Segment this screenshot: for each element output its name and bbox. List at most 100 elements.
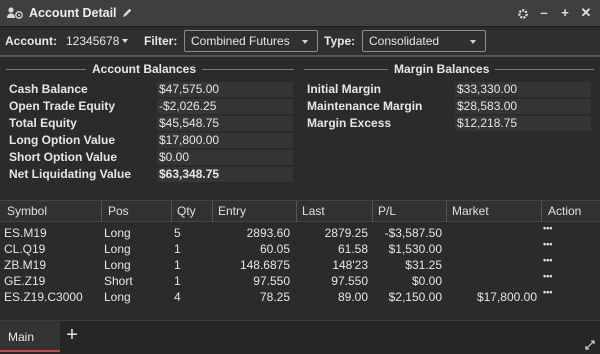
account-label: Account: [5, 34, 57, 48]
entry-cell: 2893.60 [246, 226, 290, 240]
col-action[interactable]: Action [548, 204, 581, 218]
type-label: Type: [324, 34, 356, 48]
account-balances-title: Account Balances [92, 62, 197, 76]
pl-cell: $31.25 [405, 258, 442, 272]
margin-excess-value: $12,218.75 [455, 116, 591, 131]
symbol-cell: CL.Q19 [4, 242, 46, 256]
gear-icon[interactable] [517, 7, 529, 21]
col-pos[interactable]: Pos [108, 204, 129, 218]
action-menu-icon[interactable]: ••• [543, 255, 552, 265]
symbol-cell: GE.Z19 [4, 274, 46, 288]
pos-cell: Long [104, 226, 131, 240]
minimize-icon[interactable]: – [538, 6, 550, 20]
symbol-cell: ES.Z19.C3000 [4, 290, 83, 304]
edit-pencil-icon[interactable] [121, 7, 133, 19]
last-cell: 148'23 [332, 258, 368, 272]
entry-cell: 148.6875 [239, 258, 290, 272]
long-option-value-label: Long Option Value [9, 133, 115, 147]
account-selector[interactable]: 12345678 [66, 34, 129, 48]
col-qty[interactable]: Qty [177, 204, 196, 218]
pl-cell: -$3,587.50 [384, 226, 442, 240]
qty-cell: 4 [174, 290, 181, 304]
initial-margin-value: $33,330.00 [455, 82, 591, 97]
pos-cell: Short [104, 274, 133, 288]
last-cell: 2879.25 [324, 226, 368, 240]
table-row[interactable]: ZB.M19 Long 1 148.6875 148'23 $31.25 ••• [0, 255, 600, 272]
last-cell: 89.00 [337, 290, 368, 304]
maintenance-margin-label: Maintenance Margin [307, 99, 423, 113]
resize-handle-icon[interactable] [584, 339, 596, 351]
action-menu-icon[interactable]: ••• [543, 287, 552, 297]
filter-value: Combined Futures [191, 34, 290, 48]
qty-cell: 1 [174, 274, 181, 288]
toolbar-divider [0, 55, 600, 57]
window-controls: – + ✕ [517, 6, 592, 21]
col-last[interactable]: Last [302, 204, 325, 218]
pos-cell: Long [104, 242, 131, 256]
type-select[interactable]: Consolidated [362, 30, 486, 52]
symbol-cell: ES.M19 [4, 226, 47, 240]
positions-header: Symbol Pos Qty Entry Last P/L Market Act… [0, 200, 600, 222]
net-liquidating-value-label: Net Liquidating Value [9, 167, 132, 181]
pl-cell: $0.00 [411, 274, 442, 288]
col-market[interactable]: Market [452, 204, 489, 218]
tab-bar: Main + [0, 320, 600, 354]
total-equity-value: $45,548.75 [157, 116, 293, 131]
action-menu-icon[interactable]: ••• [543, 223, 552, 233]
qty-cell: 5 [174, 226, 181, 240]
maintenance-margin-value: $28,583.00 [455, 99, 591, 114]
short-option-value-value: $0.00 [157, 150, 293, 165]
filter-select[interactable]: Combined Futures [184, 30, 318, 52]
title-bar: Account Detail – + ✕ [0, 0, 600, 27]
filter-label: Filter: [144, 34, 178, 48]
chevron-down-icon [122, 39, 129, 43]
open-trade-equity-value: -$2,026.25 [157, 99, 293, 114]
initial-margin-label: Initial Margin [307, 82, 382, 96]
account-balances-header: Account Balances [6, 62, 294, 76]
table-row[interactable]: ES.M19 Long 5 2893.60 2879.25 -$3,587.50… [0, 223, 600, 240]
window-title: Account Detail [29, 6, 117, 20]
pl-cell: $2,150.00 [388, 290, 442, 304]
tab-main-label: Main [8, 330, 35, 344]
total-equity-label: Total Equity [9, 116, 77, 130]
tab-main[interactable]: Main [0, 321, 60, 352]
type-value: Consolidated [369, 34, 440, 48]
toolbar: Account: 12345678 Filter: Combined Futur… [0, 28, 600, 55]
add-tab-button[interactable]: + [62, 325, 82, 345]
last-cell: 61.58 [337, 242, 368, 256]
cash-balance-label: Cash Balance [9, 82, 88, 96]
action-menu-icon[interactable]: ••• [543, 239, 552, 249]
pos-cell: Long [104, 258, 131, 272]
col-entry[interactable]: Entry [218, 204, 246, 218]
account-value: 12345678 [66, 34, 120, 48]
chevron-down-icon [302, 40, 308, 44]
table-row[interactable]: GE.Z19 Short 1 97.550 97.550 $0.00 ••• [0, 271, 600, 288]
col-symbol[interactable]: Symbol [7, 204, 47, 218]
qty-cell: 1 [174, 258, 181, 272]
pos-cell: Long [104, 290, 131, 304]
margin-balances-title: Margin Balances [394, 62, 490, 76]
margin-balances-header: Margin Balances [304, 62, 594, 76]
qty-cell: 1 [174, 242, 181, 256]
table-row[interactable]: CL.Q19 Long 1 60.05 61.58 $1,530.00 ••• [0, 239, 600, 256]
action-menu-icon[interactable]: ••• [543, 271, 552, 281]
entry-cell: 60.05 [259, 242, 290, 256]
table-row[interactable]: ES.Z19.C3000 Long 4 78.25 89.00 $2,150.0… [0, 287, 600, 304]
open-trade-equity-label: Open Trade Equity [9, 99, 116, 113]
market-cell: $17,800.00 [476, 290, 537, 304]
cash-balance-value: $47,575.00 [157, 82, 293, 97]
entry-cell: 97.550 [253, 274, 290, 288]
long-option-value-value: $17,800.00 [157, 133, 293, 148]
close-icon[interactable]: ✕ [580, 6, 592, 20]
last-cell: 97.550 [331, 274, 368, 288]
margin-excess-label: Margin Excess [307, 116, 392, 130]
net-liquidating-value-value: $63,348.75 [157, 167, 293, 182]
add-icon[interactable]: + [559, 6, 571, 20]
chevron-down-icon [470, 40, 476, 44]
pl-cell: $1,530.00 [388, 242, 442, 256]
col-pl[interactable]: P/L [378, 204, 396, 218]
entry-cell: 78.25 [259, 290, 290, 304]
short-option-value-label: Short Option Value [9, 150, 118, 164]
account-icon [7, 7, 23, 19]
symbol-cell: ZB.M19 [4, 258, 47, 272]
